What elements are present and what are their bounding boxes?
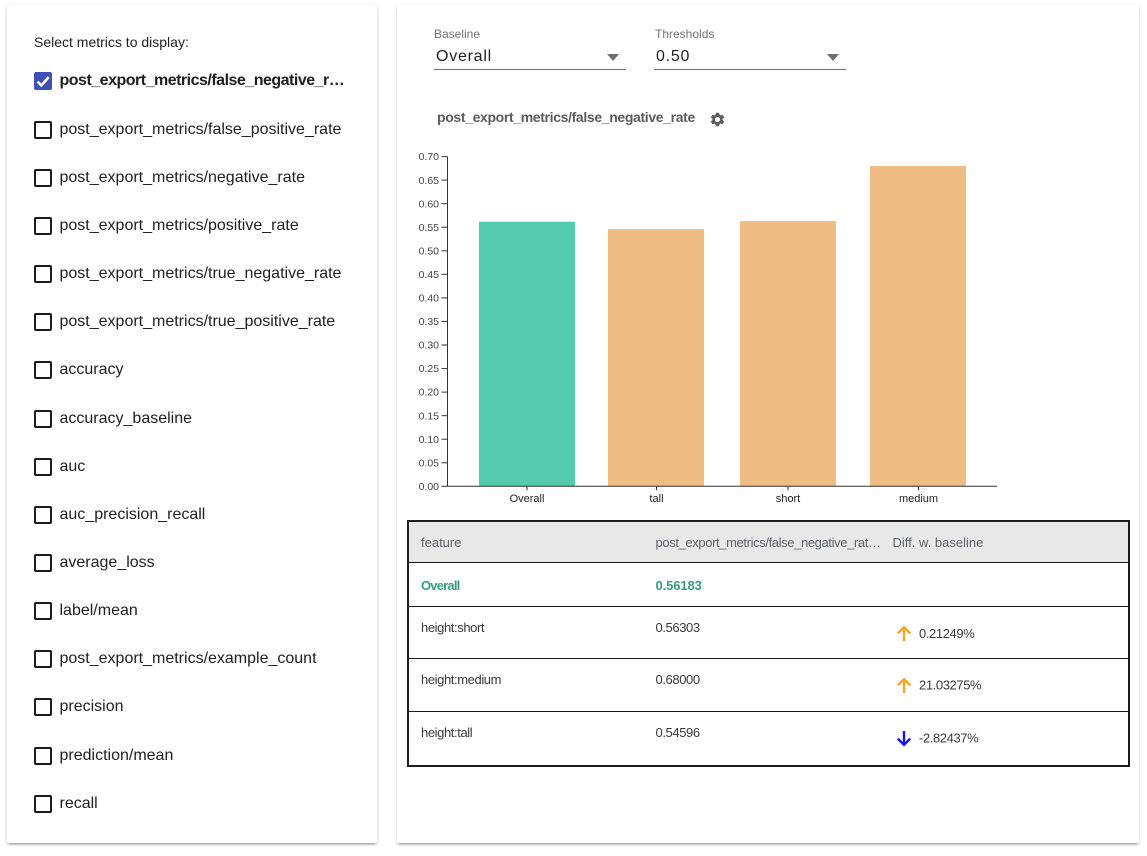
svg-text:tall: tall	[649, 493, 663, 505]
svg-text:0.00: 0.00	[419, 481, 440, 493]
svg-text:0.45: 0.45	[419, 269, 440, 281]
svg-text:0.35: 0.35	[419, 316, 440, 328]
svg-text:0.65: 0.65	[419, 175, 440, 187]
svg-text:0.50: 0.50	[419, 245, 440, 257]
svg-text:Overall: Overall	[510, 493, 545, 505]
svg-text:0.10: 0.10	[419, 434, 440, 446]
svg-text:0.25: 0.25	[419, 363, 440, 375]
svg-text:0.40: 0.40	[419, 293, 440, 305]
svg-text:0.05: 0.05	[419, 457, 440, 469]
svg-text:0.30: 0.30	[419, 340, 440, 352]
svg-text:0.60: 0.60	[419, 198, 440, 210]
svg-text:0.55: 0.55	[419, 222, 440, 234]
svg-text:0.20: 0.20	[419, 387, 440, 399]
svg-text:medium: medium	[899, 493, 938, 505]
svg-text:0.70: 0.70	[419, 151, 440, 163]
svg-text:0.15: 0.15	[419, 410, 440, 422]
svg-text:short: short	[776, 493, 800, 505]
